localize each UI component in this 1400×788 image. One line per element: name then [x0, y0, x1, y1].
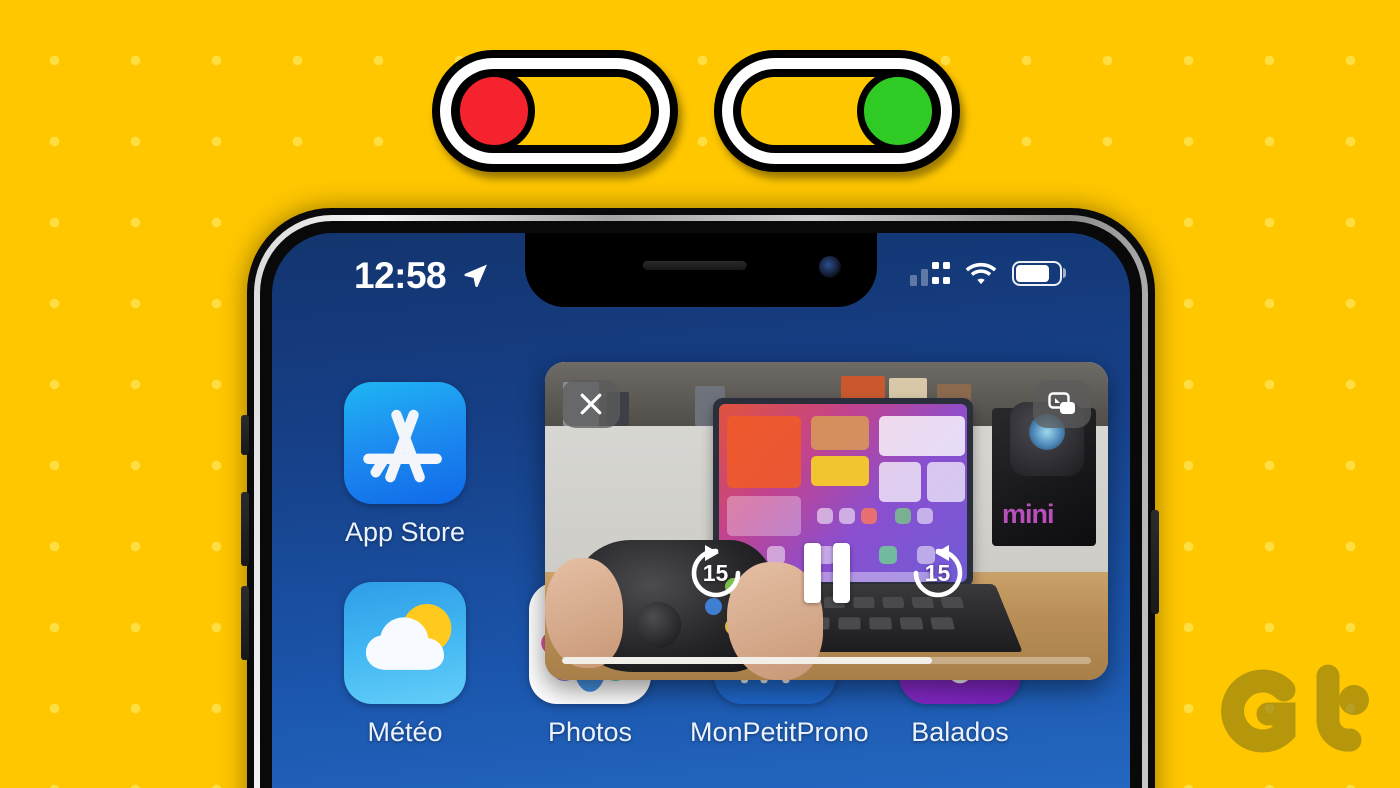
app-label: Balados: [911, 717, 1009, 747]
front-camera-icon: [819, 256, 841, 278]
pip-restore-icon: [1048, 392, 1075, 414]
pip-restore-button[interactable]: [1033, 380, 1091, 428]
battery-icon: [1012, 260, 1062, 286]
status-bar-time: 12:58: [354, 255, 447, 296]
device-notch: [525, 233, 877, 307]
earpiece-speaker: [642, 261, 747, 270]
volume-down-button[interactable]: [241, 586, 249, 660]
toggle-illustration-group: [432, 50, 960, 172]
app-label: MonPetitProno: [690, 717, 869, 747]
app-label: App Store: [344, 517, 466, 547]
pip-close-button[interactable]: [562, 380, 620, 428]
video-hand-left: [545, 558, 623, 668]
app-label: Météo: [367, 717, 443, 747]
phone-screen: 12:58 App Store Météo Photos MonPetitPro…: [272, 233, 1130, 788]
toggle-switch-off[interactable]: [432, 50, 678, 172]
mute-switch[interactable]: [241, 415, 249, 455]
video-box-text: mini: [1002, 499, 1055, 529]
location-arrow-icon: [464, 264, 487, 287]
pip-progress-bar[interactable]: [562, 657, 1091, 664]
pip-progress-fill: [562, 657, 933, 664]
iphone-device: 12:58 App Store Météo Photos MonPetitPro…: [247, 208, 1155, 788]
cellular-signal-icon: [910, 260, 950, 286]
toggle-knob-green[interactable]: [857, 70, 939, 152]
screenshot-canvas: 12:58 App Store Météo Photos MonPetitPro…: [0, 0, 1400, 788]
weather-icon: [344, 582, 466, 704]
picture-in-picture-player[interactable]: mini 15 15: [545, 362, 1108, 680]
app-icon-appstore[interactable]: App Store: [320, 382, 490, 548]
app-label: Photos: [547, 717, 633, 747]
wifi-icon: [965, 262, 997, 284]
close-icon: [580, 393, 602, 415]
app-store-icon: [344, 382, 466, 504]
power-button[interactable]: [1151, 510, 1159, 614]
battery-level: [1016, 264, 1049, 282]
guiding-tech-logo: [1221, 664, 1369, 753]
app-icon-meteo[interactable]: Météo: [320, 582, 490, 748]
volume-up-button[interactable]: [241, 492, 249, 566]
toggle-knob-red[interactable]: [453, 70, 535, 152]
toggle-switch-on[interactable]: [714, 50, 960, 172]
status-bar-indicators: [910, 260, 1062, 286]
